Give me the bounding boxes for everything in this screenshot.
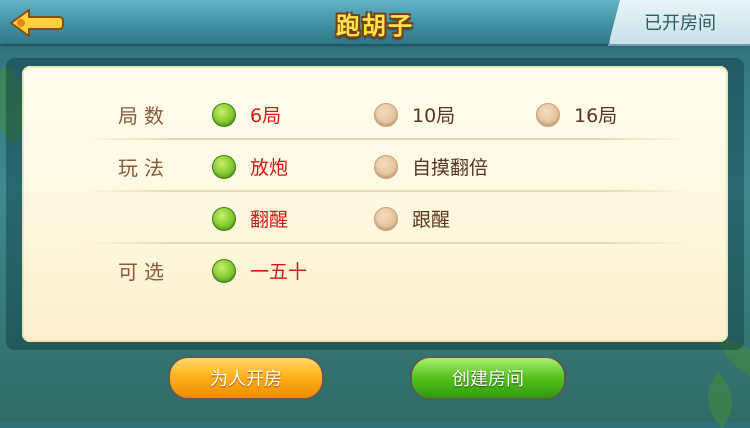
option-label: 放炮 [250,157,289,179]
radio-unselected-icon [536,102,560,127]
radio-unselected-icon [374,154,398,179]
option-genxing[interactable]: 跟醒 [374,205,450,232]
option-label: 一五十 [250,261,308,283]
radio-selected-icon [212,154,236,179]
option-label: 6局 [250,105,282,127]
divider [82,242,692,244]
option-label: 自摸翻倍 [412,157,489,179]
option-yiwushi[interactable]: 一五十 [212,257,307,284]
option-fanxing[interactable]: 翻醒 [212,205,288,232]
option-zimo-fanbei[interactable]: 自摸翻倍 [374,153,488,180]
divider [82,190,692,192]
option-6-rounds[interactable]: 6局 [212,101,281,128]
create-for-others-button[interactable]: 为人开房 [168,356,324,400]
settings-panel: 局数 6局 10局 16局 玩法 放炮 自摸翻倍 翻醒 跟醒 可选 一五十 [22,66,728,342]
rounds-label: 局数 [118,104,170,128]
optional-label: 可选 [118,260,170,284]
radio-selected-icon [212,102,236,127]
option-label: 16局 [574,105,618,127]
radio-selected-icon [212,206,236,231]
radio-unselected-icon [374,206,398,231]
radio-unselected-icon [374,102,398,127]
opened-rooms-button[interactable]: 已开房间 [608,0,750,46]
radio-selected-icon [212,258,236,283]
option-label: 跟醒 [412,209,451,231]
option-fangpao[interactable]: 放炮 [212,153,288,180]
create-room-button[interactable]: 创建房间 [410,356,566,400]
option-label: 10局 [412,105,456,127]
divider [82,138,692,140]
bg-leaf [691,371,749,428]
option-16-rounds[interactable]: 16局 [536,101,617,128]
option-10-rounds[interactable]: 10局 [374,101,455,128]
option-label: 翻醒 [250,209,289,231]
play-label: 玩法 [118,156,170,180]
